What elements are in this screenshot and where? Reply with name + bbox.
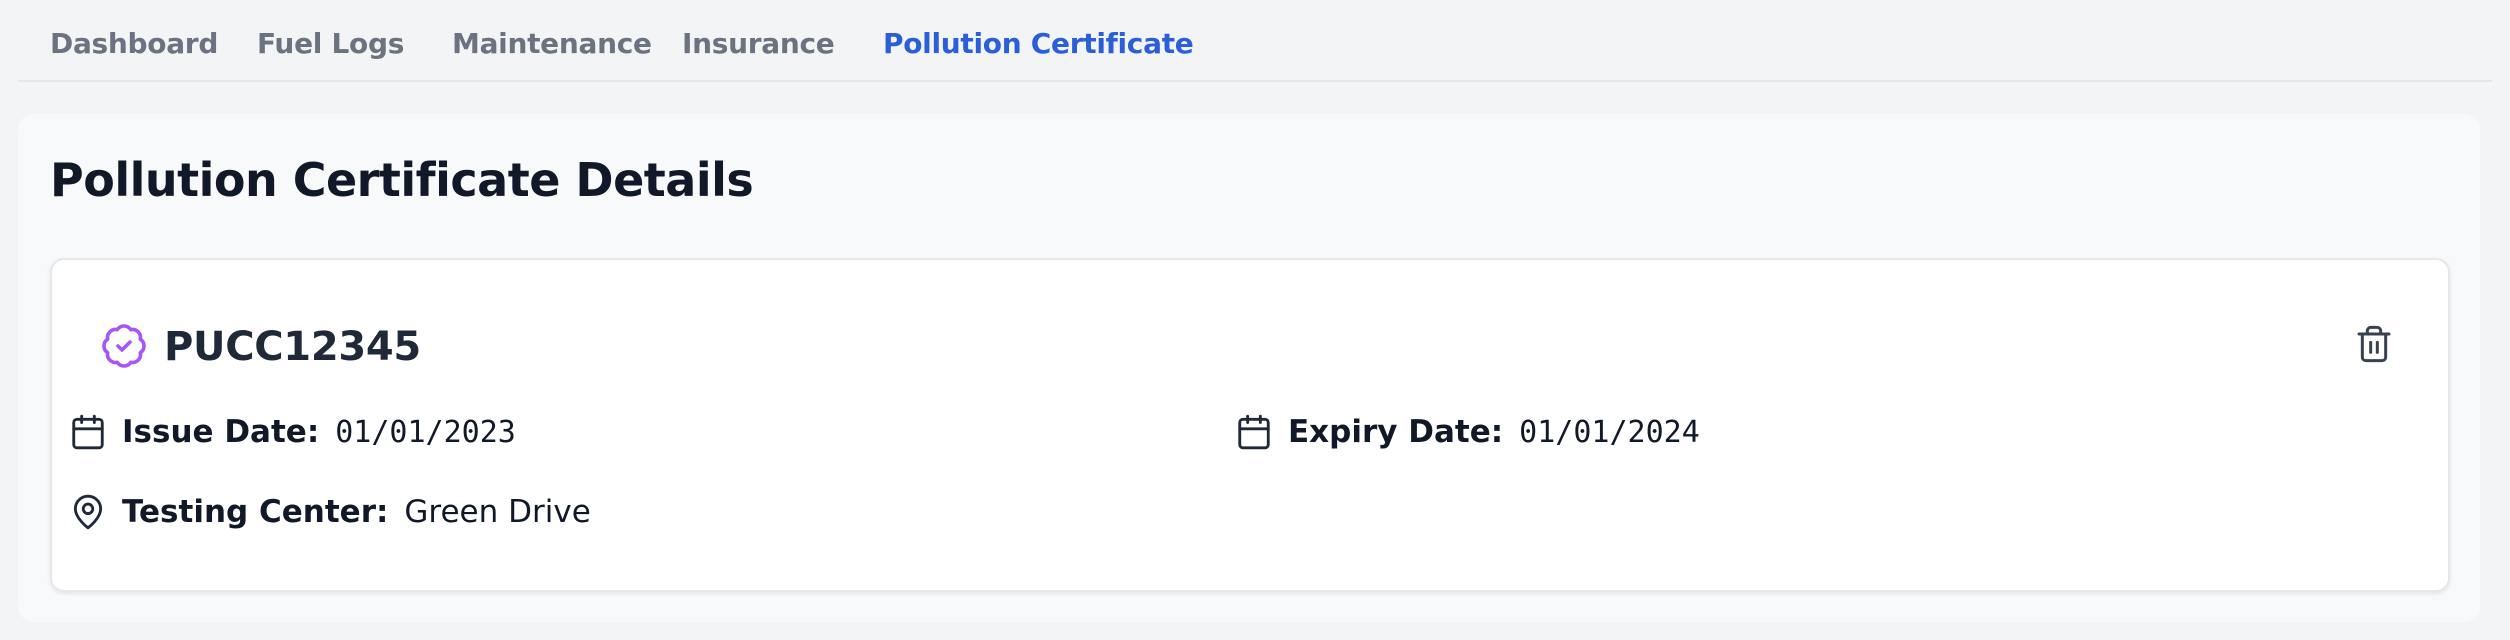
- tab-insurance[interactable]: Insurance: [682, 26, 835, 62]
- page-title: Pollution Certificate Details: [50, 153, 754, 207]
- calendar-icon: [1234, 412, 1274, 452]
- issue-date-field: Issue Date: 01/01/2023: [68, 410, 516, 454]
- expiry-date-value: 01/01/2024: [1519, 414, 1700, 450]
- delete-button[interactable]: [2348, 320, 2400, 372]
- tab-pollution-certificate[interactable]: Pollution Certificate: [883, 26, 1194, 62]
- expiry-date-field: Expiry Date: 01/01/2024: [1234, 410, 1700, 454]
- testing-center-label: Testing Center:: [122, 494, 389, 530]
- certificate-number: PUCC12345: [164, 324, 421, 370]
- expiry-date-label: Expiry Date:: [1288, 414, 1504, 450]
- issue-date-value: 01/01/2023: [335, 414, 516, 450]
- top-tab-bar: Dashboard Fuel Logs Maintenance Insuranc…: [18, 0, 2492, 82]
- trash-icon: [2354, 324, 2394, 368]
- tab-maintenance[interactable]: Maintenance: [452, 26, 652, 62]
- testing-center-field: Testing Center: Green Drive: [68, 490, 591, 534]
- testing-center-value: Green Drive: [404, 494, 591, 530]
- tab-fuel-logs[interactable]: Fuel Logs: [257, 26, 404, 62]
- calendar-icon: [68, 412, 108, 452]
- badge-check-icon: [100, 322, 148, 370]
- tab-dashboard[interactable]: Dashboard: [50, 26, 218, 62]
- issue-date-label: Issue Date:: [122, 414, 320, 450]
- pollution-certificate-panel: Pollution Certificate Details PUCC12345: [18, 114, 2480, 622]
- map-pin-icon: [68, 492, 108, 532]
